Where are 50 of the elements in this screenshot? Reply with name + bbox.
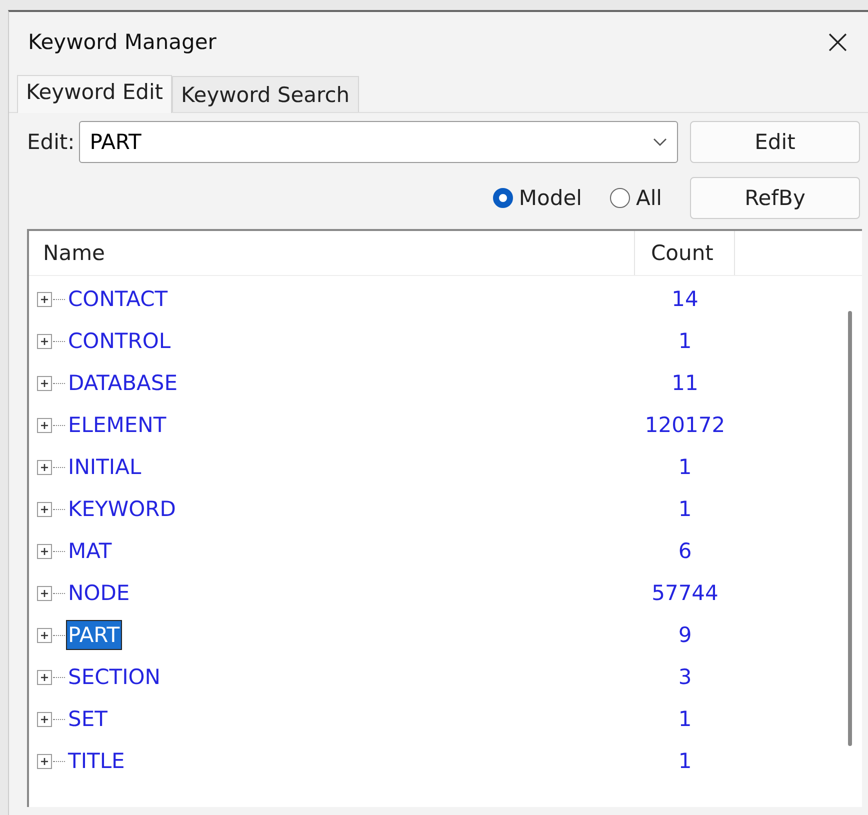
- keyword-item[interactable]: PART: [66, 620, 122, 650]
- keyword-item[interactable]: INITIAL: [66, 452, 144, 482]
- count-cell-text: 11: [670, 371, 700, 395]
- keyword-item[interactable]: CONTACT: [66, 284, 170, 314]
- keyword-item[interactable]: TITLE: [66, 746, 127, 776]
- expand-icon[interactable]: [37, 418, 52, 432]
- chevron-down-icon: [653, 137, 667, 147]
- keyword-item[interactable]: ELEMENT: [66, 410, 168, 440]
- expand-icon[interactable]: [37, 586, 52, 600]
- expand-icon[interactable]: [37, 502, 52, 516]
- expand-icon[interactable]: [37, 334, 52, 348]
- tab[interactable]: Keyword Search: [172, 76, 359, 112]
- count-cell-text: 3: [677, 665, 693, 689]
- radio-button[interactable]: All: [610, 186, 662, 210]
- keyword-item[interactable]: DATABASE: [66, 368, 180, 398]
- count-cell-text: 1: [677, 329, 693, 353]
- expand-icon[interactable]: [37, 628, 52, 642]
- edit-label: Edit:: [27, 130, 75, 154]
- close-button[interactable]: ×: [818, 22, 858, 62]
- column-header[interactable]: Name: [29, 231, 635, 275]
- count-cell-text: 1: [677, 749, 693, 773]
- keyword-item[interactable]: MAT: [66, 536, 114, 566]
- window-title: Keyword Manager: [28, 30, 216, 54]
- count-cell-text: 6: [677, 539, 693, 563]
- radio-button[interactable]: Model: [492, 186, 582, 210]
- expand-icon[interactable]: [37, 670, 52, 684]
- expand-icon[interactable]: [37, 754, 52, 768]
- edit-button[interactable]: Edit: [690, 121, 860, 163]
- keyword-item[interactable]: CONTROL: [66, 326, 173, 356]
- count-cell-text: 1: [677, 455, 693, 479]
- column-header[interactable]: Count: [635, 231, 735, 275]
- keyword-item[interactable]: SET: [66, 704, 110, 734]
- keyword-item[interactable]: SECTION: [66, 662, 163, 692]
- count-cell-text: 57744: [650, 581, 720, 605]
- count-cell-text: 9: [677, 623, 693, 647]
- expand-icon[interactable]: [37, 376, 52, 390]
- keyword-item[interactable]: NODE: [66, 578, 132, 608]
- count-cell-text: 1: [677, 497, 693, 521]
- tab[interactable]: Keyword Edit: [17, 75, 172, 113]
- count-cell-text: 1: [677, 707, 693, 731]
- expand-icon[interactable]: [37, 544, 52, 558]
- count-cell-text: 120172: [644, 413, 726, 437]
- keyword-dropdown[interactable]: PART: [78, 121, 678, 163]
- refby-button[interactable]: RefBy: [690, 177, 860, 219]
- expand-icon[interactable]: [37, 460, 52, 474]
- expand-icon[interactable]: [37, 712, 52, 726]
- keyword-item[interactable]: KEYWORD: [66, 494, 178, 524]
- scrollbar[interactable]: [848, 311, 852, 746]
- expand-icon[interactable]: [37, 292, 52, 306]
- count-cell-text: 14: [670, 287, 700, 311]
